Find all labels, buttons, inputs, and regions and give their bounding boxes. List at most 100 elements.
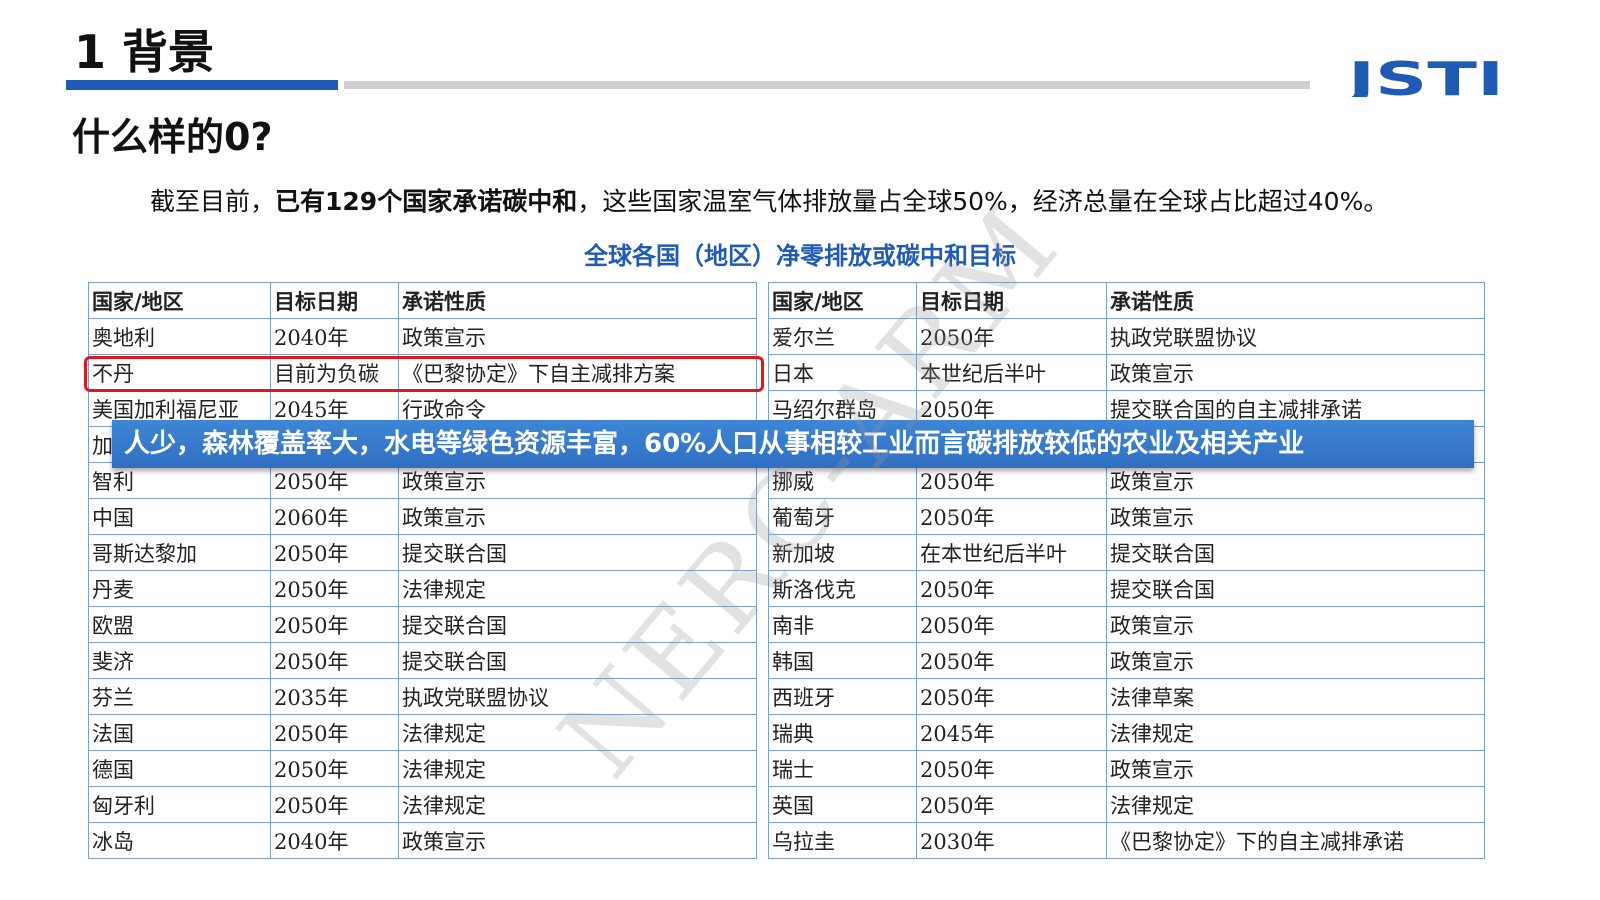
target-date-cell: 2050年 <box>916 678 1107 715</box>
country-cell: 匈牙利 <box>88 786 271 823</box>
table-row: 南非 2050年 政策宣示 <box>768 606 1485 643</box>
table-row: 韩国 2050年 政策宣示 <box>768 642 1485 679</box>
target-date-cell: 2030年 <box>916 822 1107 859</box>
column-header: 承诺性质 <box>1106 282 1485 319</box>
commitment-cell: 法律规定 <box>398 750 757 787</box>
intro-suffix: ，这些国家温室气体排放量占全球50%，经济总量在全球占比超过40%。 <box>577 187 1389 216</box>
column-header: 目标日期 <box>270 282 399 319</box>
table-row: 丹麦 2050年 法律规定 <box>88 570 757 607</box>
country-cell: 德国 <box>88 750 271 787</box>
table-row: 乌拉圭 2030年 《巴黎协定》下的自主减排承诺 <box>768 822 1485 859</box>
country-cell: 英国 <box>768 786 917 823</box>
commitment-cell: 《巴黎协定》下的自主减排承诺 <box>1106 822 1485 859</box>
country-cell: 斐济 <box>88 642 271 679</box>
target-date-cell: 2050年 <box>270 714 399 751</box>
target-date-cell: 2045年 <box>916 714 1107 751</box>
table-row: 匈牙利 2050年 法律规定 <box>88 786 757 823</box>
commitment-cell: 政策宣示 <box>398 318 757 355</box>
commitment-cell: 法律规定 <box>398 570 757 607</box>
section-subtitle: 什么样的0? <box>72 115 273 159</box>
target-date-cell: 2050年 <box>270 570 399 607</box>
commitment-cell: 政策宣示 <box>398 822 757 859</box>
commitment-cell: 法律规定 <box>1106 714 1485 751</box>
country-cell: 西班牙 <box>768 678 917 715</box>
target-date-cell: 2050年 <box>916 606 1107 643</box>
table-row: 日本 本世纪后半叶 政策宣示 <box>768 354 1485 391</box>
country-cell: 中国 <box>88 498 271 535</box>
country-cell: 葡萄牙 <box>768 498 917 535</box>
country-cell: 斯洛伐克 <box>768 570 917 607</box>
table-row: 西班牙 2050年 法律草案 <box>768 678 1485 715</box>
target-date-cell: 2050年 <box>270 534 399 571</box>
commitment-cell: 政策宣示 <box>1106 606 1485 643</box>
commitment-cell: 提交联合国 <box>398 642 757 679</box>
commitment-cell: 法律规定 <box>1106 786 1485 823</box>
table-row: 冰岛 2040年 政策宣示 <box>88 822 757 859</box>
table-row: 新加坡 在本世纪后半叶 提交联合国 <box>768 534 1485 571</box>
country-cell: 日本 <box>768 354 917 391</box>
bhutan-highlight-box <box>84 356 764 392</box>
commitment-cell: 提交联合国 <box>1106 534 1485 571</box>
target-date-cell: 2060年 <box>270 498 399 535</box>
country-cell: 丹麦 <box>88 570 271 607</box>
target-date-cell: 2050年 <box>270 642 399 679</box>
country-cell: 法国 <box>88 714 271 751</box>
country-cell: 乌拉圭 <box>768 822 917 859</box>
intro-paragraph: 截至目前，已有129个国家承诺碳中和，这些国家温室气体排放量占全球50%，经济总… <box>150 184 1388 220</box>
column-header: 国家/地区 <box>88 282 271 319</box>
country-cell: 爱尔兰 <box>768 318 917 355</box>
title-underline-accent <box>66 80 338 90</box>
table-header-row: 国家/地区 目标日期 承诺性质 <box>768 282 1485 319</box>
target-date-cell: 在本世纪后半叶 <box>916 534 1107 571</box>
target-date-cell: 2050年 <box>916 642 1107 679</box>
target-date-cell: 2050年 <box>916 318 1107 355</box>
target-date-cell: 2040年 <box>270 318 399 355</box>
table-row: 斯洛伐克 2050年 提交联合国 <box>768 570 1485 607</box>
country-cell: 哥斯达黎加 <box>88 534 271 571</box>
table-row: 芬兰 2035年 执政党联盟协议 <box>88 678 757 715</box>
table-row: 哥斯达黎加 2050年 提交联合国 <box>88 534 757 571</box>
slide-title: 1 背景 <box>74 25 215 79</box>
country-cell: 瑞士 <box>768 750 917 787</box>
commitment-cell: 政策宣示 <box>1106 750 1485 787</box>
country-cell: 冰岛 <box>88 822 271 859</box>
table-row: 斐济 2050年 提交联合国 <box>88 642 757 679</box>
country-cell: 瑞典 <box>768 714 917 751</box>
commitment-cell: 提交联合国 <box>398 534 757 571</box>
commitment-cell: 法律规定 <box>398 714 757 751</box>
table-row: 瑞典 2045年 法律规定 <box>768 714 1485 751</box>
country-cell: 芬兰 <box>88 678 271 715</box>
table-row: 英国 2050年 法律规定 <box>768 786 1485 823</box>
target-date-cell: 2050年 <box>916 786 1107 823</box>
intro-emphasis: 已有129个国家承诺碳中和 <box>275 187 578 216</box>
targets-table-right: 国家/地区 目标日期 承诺性质 爱尔兰 2050年 执政党联盟协议 日本 本世纪后半叶 政策宣示… <box>768 282 1485 859</box>
table-row: 爱尔兰 2050年 执政党联盟协议 <box>768 318 1485 355</box>
table-row: 奥地利 2040年 政策宣示 <box>88 318 757 355</box>
commitment-cell: 政策宣示 <box>1106 498 1485 535</box>
column-header: 承诺性质 <box>398 282 757 319</box>
target-date-cell: 2050年 <box>270 786 399 823</box>
target-date-cell: 2050年 <box>270 606 399 643</box>
table-title: 全球各国（地区）净零排放或碳中和目标 <box>584 242 1016 270</box>
target-date-cell: 2050年 <box>916 498 1107 535</box>
intro-prefix: 截至目前， <box>150 187 276 216</box>
target-date-cell: 2050年 <box>270 750 399 787</box>
svg-text:JSTI: JSTI <box>1348 57 1504 97</box>
bhutan-explanation-banner: 人少，森林覆盖率大，水电等绿色资源丰富，60%人口从事相较工业而言碳排放较低的农… <box>112 420 1474 468</box>
commitment-cell: 政策宣示 <box>1106 354 1485 391</box>
table-row: 德国 2050年 法律规定 <box>88 750 757 787</box>
commitment-cell: 执政党联盟协议 <box>1106 318 1485 355</box>
column-header: 国家/地区 <box>768 282 917 319</box>
country-cell: 韩国 <box>768 642 917 679</box>
commitment-cell: 提交联合国 <box>1106 570 1485 607</box>
table-row: 葡萄牙 2050年 政策宣示 <box>768 498 1485 535</box>
column-header: 目标日期 <box>916 282 1107 319</box>
target-date-cell: 本世纪后半叶 <box>916 354 1107 391</box>
commitment-cell: 政策宣示 <box>398 498 757 535</box>
jsti-logo: JSTI <box>1348 57 1504 97</box>
target-date-cell: 2040年 <box>270 822 399 859</box>
country-cell: 新加坡 <box>768 534 917 571</box>
country-cell: 南非 <box>768 606 917 643</box>
title-underline-rule <box>344 81 1310 89</box>
table-row: 瑞士 2050年 政策宣示 <box>768 750 1485 787</box>
